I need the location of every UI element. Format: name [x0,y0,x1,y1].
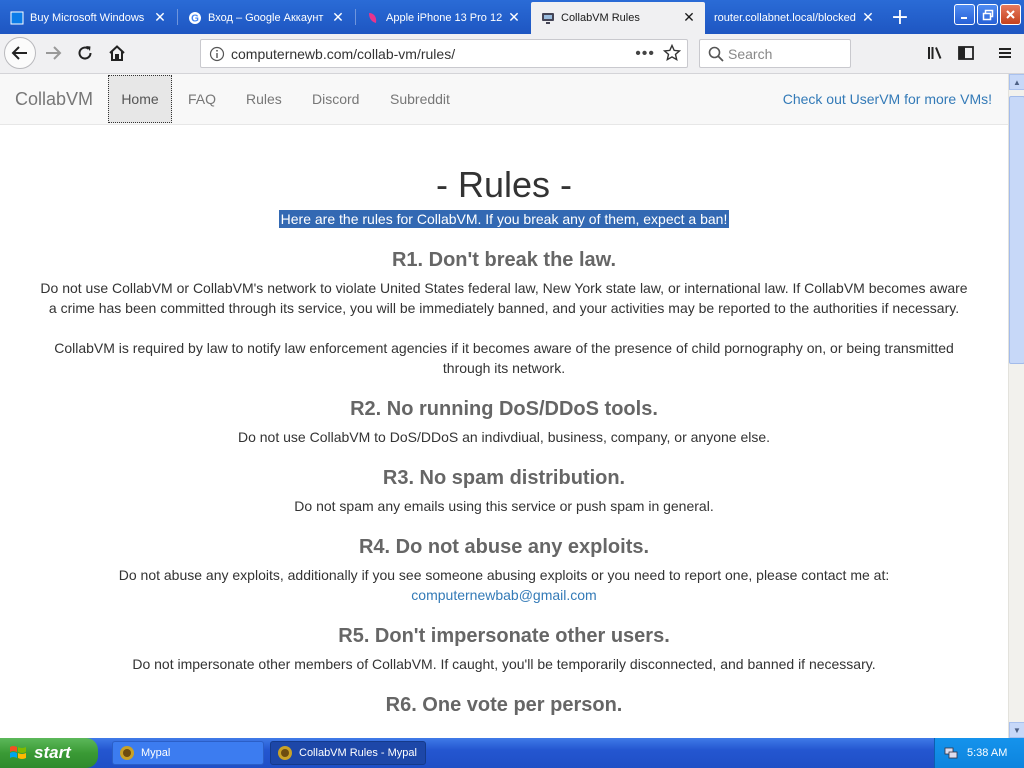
search-icon [708,46,724,62]
library-button[interactable] [922,40,948,66]
nav-home-link[interactable]: Home [108,75,172,123]
nav-rules-link[interactable]: Rules [246,91,282,107]
tab-title: CollabVM Rules [561,12,640,24]
task-label: Mypal [141,747,171,759]
clock: 5:38 AM [967,747,1008,759]
scroll-down-arrow-icon[interactable]: ▼ [1009,722,1024,738]
tab-title: Apple iPhone 13 Pro 128 [386,12,502,24]
contact-email-link[interactable]: computernewbab@gmail.com [411,587,596,603]
forward-button[interactable] [40,40,66,66]
close-icon[interactable]: ✕ [860,10,876,26]
task-mypal[interactable]: Mypal [112,741,264,765]
nav-subreddit-link[interactable]: Subreddit [390,91,450,107]
tab-iphone[interactable]: Apple iPhone 13 Pro 128 ✕ [356,4,530,32]
uservm-link[interactable]: Check out UserVM for more VMs! [783,91,992,107]
rule-r4: R4. Do not abuse any exploits. Do not ab… [0,535,1008,605]
sidebar-icon [958,46,974,60]
arrow-right-icon [46,46,62,60]
nav-discord-link[interactable]: Discord [312,91,359,107]
rule-text: CollabVM is required by law to notify la… [54,340,954,376]
rules-content: - Rules - Here are the rules for CollabV… [0,125,1008,717]
tab-title: router.collabnet.local/blocked [714,12,856,24]
tab-title: Вход – Google Аккаунт [208,12,324,24]
vertical-scrollbar[interactable]: ▲ ▼ [1008,74,1024,738]
rule-text: Do not abuse any exploits, additionally … [118,567,890,583]
hamburger-menu-icon [999,48,1011,58]
collabvm-icon [541,11,555,25]
tab-google-account[interactable]: G Вход – Google Аккаунт ✕ [178,4,354,32]
rule-text: Do not use CollabVM or CollabVM's networ… [40,280,968,316]
url-bar[interactable]: computernewb.com/collab-vm/rules/ ••• [200,39,688,68]
mypal-icon [278,746,292,760]
site-navbar: CollabVM Home FAQ Rules Discord Subreddi… [0,74,1008,125]
system-tray: 5:38 AM [934,738,1024,768]
url-text[interactable]: computernewb.com/collab-vm/rules/ [231,46,455,62]
windows-logo-icon [8,743,28,763]
rule-r6: R6. One vote per person. [0,693,1008,717]
back-button[interactable] [4,37,36,69]
search-input[interactable] [728,45,838,62]
bookmark-star-icon[interactable] [663,44,681,62]
scroll-up-arrow-icon[interactable]: ▲ [1009,74,1024,90]
menu-button[interactable] [992,40,1018,66]
close-icon[interactable]: ✕ [506,10,522,26]
sidebar-button[interactable] [953,40,979,66]
start-label: start [34,743,71,762]
scrollbar-thumb[interactable] [1009,96,1024,364]
arrow-left-icon [11,46,27,60]
google-icon: G [188,11,202,25]
network-icon[interactable] [943,745,959,761]
rule-text: Do not spam any emails using this servic… [294,498,714,514]
intro-text: Here are the rules for CollabVM. If you … [278,210,730,228]
restore-icon [982,9,993,20]
microsoft-icon [10,11,24,25]
navigation-toolbar: computernewb.com/collab-vm/rules/ ••• [0,34,1024,74]
home-button[interactable] [104,40,130,66]
svg-text:G: G [191,14,199,25]
web-page: CollabVM Home FAQ Rules Discord Subreddi… [0,74,1008,738]
close-window-button[interactable] [1000,4,1021,25]
tab-buy-windows[interactable]: Buy Microsoft Windows ✕ [0,4,176,32]
tab-title: Buy Microsoft Windows [30,12,145,24]
rule-r3: R3. No spam distribution. Do not spam an… [0,466,1008,516]
mypal-icon [120,746,134,760]
task-label: CollabVM Rules - Mypal [299,747,417,759]
rule-text: Do not use CollabVM to DoS/DDoS an indiv… [237,429,771,445]
home-icon [109,45,125,61]
minimize-icon [960,16,967,19]
tab-strip: Buy Microsoft Windows ✕ G Вход – Google … [0,0,1024,34]
restore-button[interactable] [977,4,998,25]
close-icon[interactable]: ✕ [681,10,697,26]
minimize-button[interactable] [954,4,975,25]
page-title: - Rules - [435,164,573,205]
info-icon[interactable] [209,46,225,62]
rule-r2: R2. No running DoS/DDoS tools. Do not us… [0,397,1008,447]
close-icon [1006,10,1015,19]
page-actions-icon[interactable]: ••• [635,45,655,63]
rule-heading: R5. Don't impersonate other users. [338,625,670,647]
library-icon [928,47,942,59]
rule-heading: R4. Do not abuse any exploits. [358,536,650,558]
rule-r5: R5. Don't impersonate other users. Do no… [0,624,1008,674]
reload-button[interactable] [72,40,98,66]
tab-router-blocked[interactable]: router.collabnet.local/blocked ✕ [706,4,884,32]
rule-heading: R3. No spam distribution. [382,467,626,489]
rule-r1: R1. Don't break the law. Do not use Coll… [0,248,1008,378]
store-icon [366,11,380,25]
start-button[interactable]: start [0,738,98,768]
close-icon[interactable]: ✕ [330,10,346,26]
taskbar: start Mypal CollabVM Rules - Mypal 5:38 … [0,738,1024,768]
new-tab-button[interactable]: + [886,4,914,30]
site-brand[interactable]: CollabVM [15,89,93,110]
rule-heading: R1. Don't break the law. [391,249,617,271]
rule-heading: R6. One vote per person. [385,694,623,716]
search-bar[interactable] [699,39,851,68]
rule-heading: R2. No running DoS/DDoS tools. [350,398,658,420]
task-collabvm-rules[interactable]: CollabVM Rules - Mypal [270,741,426,765]
close-icon[interactable]: ✕ [152,10,168,26]
rule-text: Do not impersonate other members of Coll… [132,656,876,672]
tab-collabvm-rules[interactable]: CollabVM Rules ✕ [531,2,705,34]
reload-icon [78,46,92,60]
nav-faq-link[interactable]: FAQ [188,91,216,107]
